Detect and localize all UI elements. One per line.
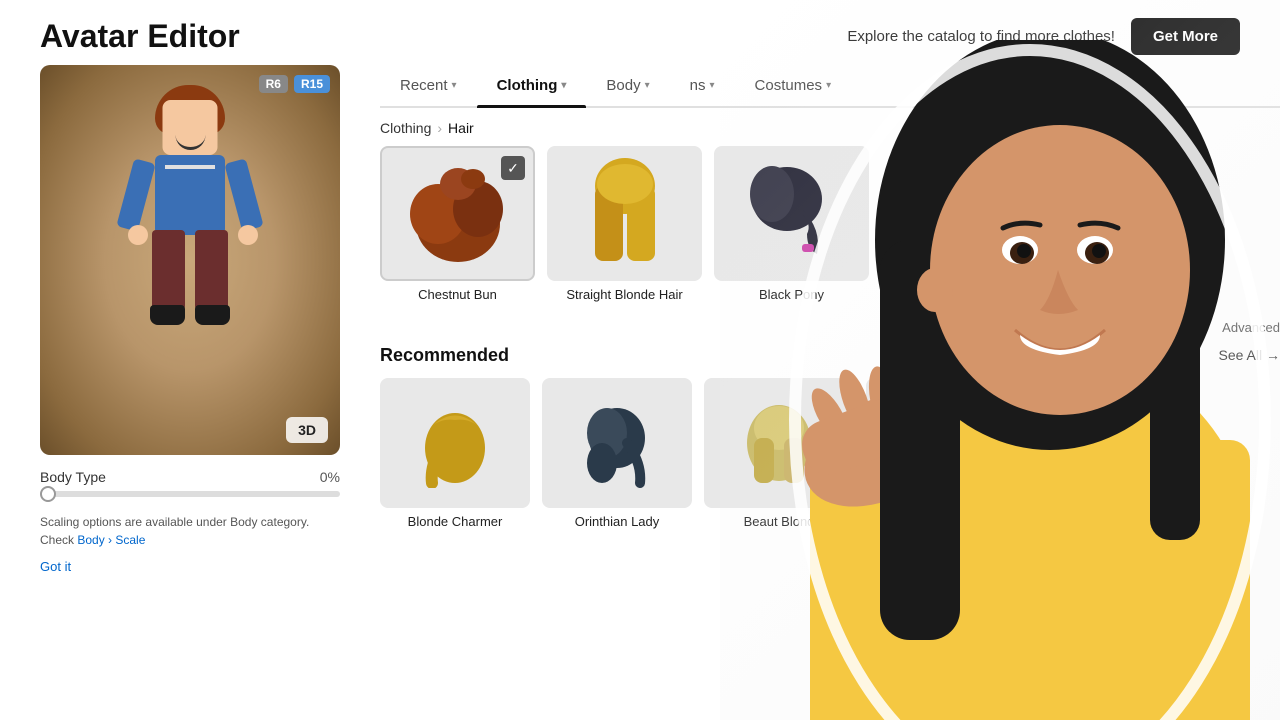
promo-text: Explore the catalog to find more clothes…: [847, 28, 1115, 45]
avatar-badges: R6 R15: [259, 75, 330, 93]
body-type-section: Body Type 0%: [40, 469, 340, 497]
rec-beaut-blond-image: [704, 378, 854, 508]
blonde-hair-svg: [580, 156, 670, 271]
item-blonde-hair-label: Straight Blonde Hair: [547, 287, 702, 304]
advanced-row: Advanced: [380, 320, 1280, 345]
ns-chevron: ▾: [710, 80, 715, 91]
rec-orinthian-lady-label: Orinthian Lady: [542, 514, 692, 531]
item-chestnut-bun[interactable]: ✓ Chestnut Bun: [380, 146, 535, 304]
item-black-pony-image: [714, 146, 869, 281]
chestnut-bun-svg: [403, 159, 513, 269]
right-panel: Recent ▾ Clothing ▾ Body ▾ ns ▾ Costumes…: [360, 65, 1280, 710]
r15-badge: R15: [294, 75, 330, 93]
breadcrumb-separator: ›: [437, 120, 442, 136]
3d-badge[interactable]: 3D: [286, 417, 328, 443]
avatar-preview: R6 R15 3: [40, 65, 340, 455]
avatar-leg-right: [195, 230, 228, 310]
black-pony-svg: [742, 159, 842, 269]
r6-badge: R6: [259, 75, 288, 93]
avatar-arm-right: [224, 158, 263, 231]
recommended-section: Recommended See All → Blonde Charmer: [380, 345, 1280, 531]
rec-orinthian-lady[interactable]: Orinthian Lady: [542, 378, 692, 531]
body-type-row: Body Type 0%: [40, 469, 340, 485]
item-black-pony-label: Black Pony: [714, 287, 869, 304]
breadcrumb-current: Hair: [448, 120, 474, 136]
recommended-header: Recommended See All →: [380, 345, 1280, 366]
body-type-slider[interactable]: [40, 491, 340, 497]
orinthian-lady-svg: [572, 398, 662, 488]
body-scale-link[interactable]: Body › Scale: [77, 533, 145, 547]
slider-thumb[interactable]: [40, 486, 56, 502]
item-black-pony[interactable]: Black Pony: [714, 146, 869, 304]
selected-checkmark: ✓: [501, 156, 525, 180]
tab-clothing[interactable]: Clothing ▾: [477, 65, 587, 106]
tab-costumes[interactable]: Costumes ▾: [735, 65, 852, 106]
item-chestnut-bun-label: Chestnut Bun: [380, 287, 535, 304]
rec-blonde-charmer-label: Blonde Charmer: [380, 514, 530, 531]
body-chevron: ▾: [645, 80, 650, 91]
scaling-note: Scaling options are available under Body…: [40, 513, 340, 549]
avatar-hand-left: [128, 225, 148, 245]
hair-items-grid: ✓ Chestnut Bun: [380, 146, 1280, 304]
clothing-chevron: ▾: [561, 80, 566, 91]
get-more-button[interactable]: Get More: [1131, 18, 1240, 55]
header-right: Explore the catalog to find more clothes…: [847, 18, 1240, 55]
tab-body[interactable]: Body ▾: [586, 65, 669, 106]
item-blonde-hair[interactable]: Straight Blonde Hair: [547, 146, 702, 304]
recommended-title: Recommended: [380, 345, 509, 366]
avatar-figure: [110, 100, 270, 420]
got-it-button[interactable]: Got it: [40, 559, 71, 574]
costumes-chevron: ▾: [826, 80, 831, 91]
advanced-link[interactable]: Advanced: [1222, 320, 1280, 335]
recent-chevron: ▾: [452, 80, 457, 91]
page-title: Avatar Editor: [40, 18, 240, 55]
body-type-value: 0%: [320, 469, 340, 485]
avatar-hand-right: [238, 225, 258, 245]
item-blonde-hair-image: [547, 146, 702, 281]
rec-beaut-blond-label: Beaut Blond: [704, 514, 854, 531]
see-all-link[interactable]: See All →: [1219, 347, 1280, 363]
left-panel: R6 R15 3: [40, 65, 360, 710]
avatar-smile: [175, 135, 205, 150]
recommended-grid: Blonde Charmer Orinthian Lady: [380, 378, 1280, 531]
avatar-leg-left: [152, 230, 185, 310]
rec-kstar-side-label: k Star th Side: [866, 514, 1016, 531]
main-layout: R6 R15 3: [0, 65, 1280, 710]
item-chestnut-bun-image: ✓: [380, 146, 535, 281]
header: Avatar Editor Explore the catalog to fin…: [0, 0, 1280, 65]
rec-kstar-side[interactable]: k Star th Side: [866, 378, 1016, 531]
rec-beaut-blond[interactable]: Beaut Blond: [704, 378, 854, 531]
avatar-head: [163, 100, 218, 155]
tab-ns[interactable]: ns ▾: [670, 65, 735, 106]
blonde-charmer-svg: [410, 398, 500, 488]
beaut-blond-svg: [734, 398, 824, 488]
avatar-body: [155, 155, 225, 235]
rec-kstar-side-image: [866, 378, 1016, 508]
rec-blonde-charmer[interactable]: Blonde Charmer: [380, 378, 530, 531]
avatar-shoe-left: [150, 305, 185, 325]
kstar-side-svg: [896, 398, 986, 488]
avatar-shoe-right: [195, 305, 230, 325]
avatar-shirt-stripe: [165, 165, 215, 169]
breadcrumb-parent[interactable]: Clothing: [380, 120, 431, 136]
tabs-bar: Recent ▾ Clothing ▾ Body ▾ ns ▾ Costumes…: [380, 65, 1280, 108]
breadcrumb: Clothing › Hair: [380, 108, 1280, 146]
avatar-arm-left: [116, 158, 155, 231]
body-type-label: Body Type: [40, 469, 106, 485]
tab-recent[interactable]: Recent ▾: [380, 65, 477, 106]
rec-blonde-charmer-image: [380, 378, 530, 508]
rec-orinthian-lady-image: [542, 378, 692, 508]
